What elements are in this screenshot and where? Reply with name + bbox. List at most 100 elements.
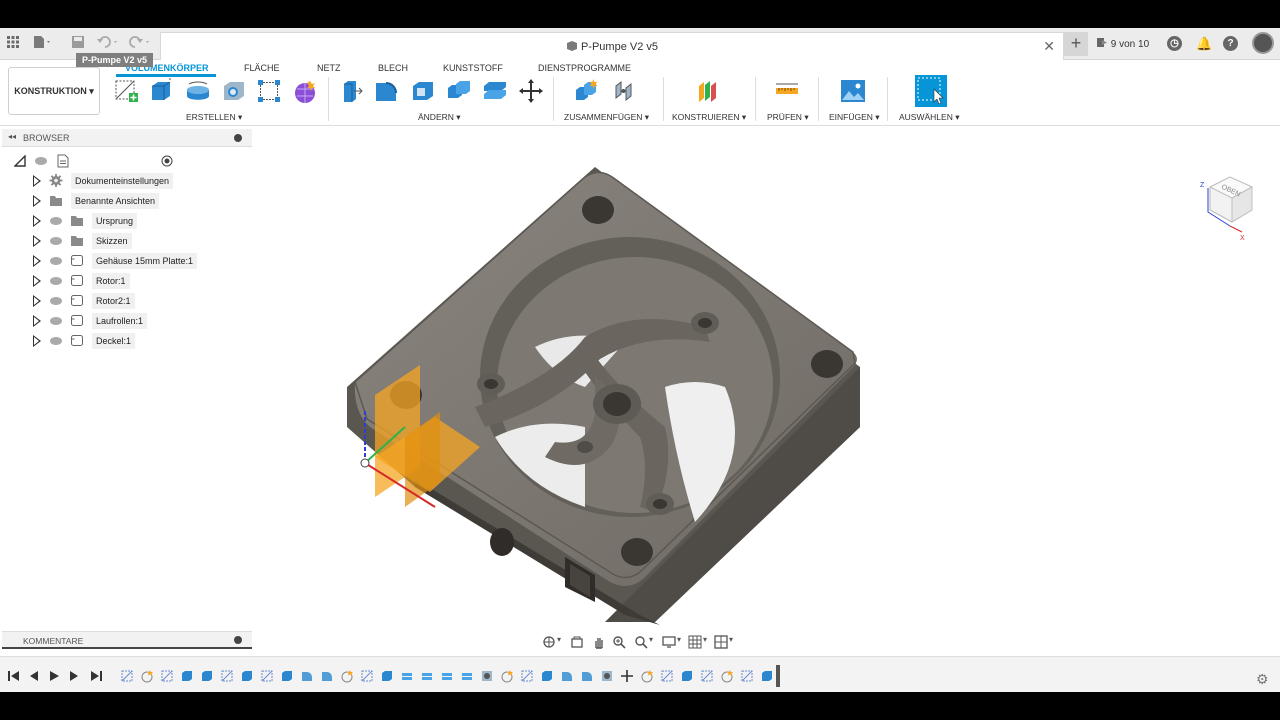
browser-item[interactable]: Benannte Ansichten	[0, 192, 252, 210]
job-status[interactable]: 9 von 10	[1096, 37, 1149, 50]
timeline-feature-extrude-icon[interactable]	[380, 669, 394, 683]
timeline-feature-sketch-icon[interactable]	[120, 669, 134, 683]
browser-item[interactable]: Deckel:1	[0, 332, 252, 350]
view-cube[interactable]: OBEN Z X	[1200, 176, 1254, 242]
hole-icon[interactable]	[221, 78, 247, 104]
document-tab[interactable]: P-Pumpe V2 v5 ✕	[160, 32, 1064, 60]
notifications-icon[interactable]: 🔔	[1196, 36, 1212, 51]
comments-add-icon[interactable]	[234, 636, 242, 644]
visibility-eye-icon[interactable]	[35, 157, 47, 165]
extrude-icon[interactable]	[148, 78, 174, 104]
app-grid-icon[interactable]	[3, 34, 23, 54]
history-icon[interactable]: ◷	[1167, 36, 1182, 51]
new-component-icon[interactable]	[574, 78, 600, 104]
group-auswaehlen[interactable]: AUSWÄHLEN ▾	[899, 112, 959, 123]
timeline-feature-sketch-icon[interactable]	[740, 669, 754, 683]
fillet-icon[interactable]	[373, 78, 399, 104]
timeline-feature-sketch-icon[interactable]	[360, 669, 374, 683]
tab-kunststoff[interactable]: KUNSTSTOFF	[443, 61, 503, 75]
pan-hand-icon[interactable]	[592, 635, 606, 649]
workspace-switcher[interactable]: KONSTRUKTION ▾	[8, 67, 100, 115]
panel-pin-icon[interactable]	[234, 134, 242, 142]
browser-item[interactable]: Rotor2:1	[0, 292, 252, 310]
timeline-feature-sketch-icon[interactable]	[700, 669, 714, 683]
timeline-feature-fillet-icon[interactable]	[580, 669, 594, 683]
file-menu-icon[interactable]	[32, 34, 52, 54]
timeline-feature-split-icon[interactable]	[460, 669, 474, 683]
collapse-panel-icon[interactable]: ◂◂	[8, 132, 16, 141]
insert-image-icon[interactable]	[840, 78, 866, 104]
visibility-eye-icon[interactable]	[50, 257, 62, 265]
timeline-feature-split-icon[interactable]	[440, 669, 454, 683]
browser-item[interactable]: Rotor:1	[0, 272, 252, 290]
visibility-eye-icon[interactable]	[50, 297, 62, 305]
tab-netz[interactable]: NETZ	[317, 61, 341, 75]
timeline-feature-sketch-icon[interactable]	[660, 669, 674, 683]
group-konstruieren[interactable]: KONSTRUIEREN ▾	[672, 112, 746, 123]
browser-item[interactable]: Dokumenteinstellungen	[0, 172, 252, 190]
user-avatar[interactable]	[1252, 32, 1274, 54]
create-sketch-icon[interactable]	[113, 78, 139, 104]
offset-plane-icon[interactable]	[695, 78, 721, 104]
timeline-feature-create-icon[interactable]	[140, 669, 154, 683]
comments-panel-header[interactable]: KOMMENTARE	[2, 631, 252, 649]
visibility-eye-icon[interactable]	[50, 217, 62, 225]
revolve-icon[interactable]	[185, 78, 211, 104]
create-form-icon[interactable]	[292, 78, 318, 104]
fit-view-icon[interactable]	[634, 635, 648, 649]
split-body-icon[interactable]	[482, 78, 508, 104]
combine-icon[interactable]	[446, 78, 472, 104]
shell-icon[interactable]	[410, 78, 436, 104]
tab-blech[interactable]: BLECH	[378, 61, 408, 75]
timeline-feature-fillet-icon[interactable]	[300, 669, 314, 683]
timeline-feature-sketch-icon[interactable]	[520, 669, 534, 683]
visibility-eye-icon[interactable]	[50, 317, 62, 325]
joint-icon[interactable]	[612, 78, 638, 104]
look-at-icon[interactable]	[570, 635, 584, 649]
browser-item[interactable]: Skizzen	[0, 232, 252, 250]
display-settings-icon[interactable]	[662, 635, 676, 649]
group-erstellen[interactable]: ERSTELLEN ▾	[186, 112, 242, 123]
browser-root-label[interactable]: P-Pumpe V2 v5	[76, 53, 154, 67]
timeline-feature-move-icon[interactable]	[620, 669, 634, 683]
timeline-feature-hole-icon[interactable]	[600, 669, 614, 683]
zoom-icon[interactable]	[612, 635, 626, 649]
timeline-feature-extrude-icon[interactable]	[280, 669, 294, 683]
visibility-eye-icon[interactable]	[50, 277, 62, 285]
help-icon[interactable]: ?	[1223, 36, 1238, 51]
visibility-eye-icon[interactable]	[50, 237, 62, 245]
timeline-next-icon[interactable]	[68, 670, 80, 682]
timeline-feature-create-icon[interactable]	[500, 669, 514, 683]
browser-item[interactable]: Gehäuse 15mm Platte:1	[0, 252, 252, 270]
press-pull-icon[interactable]	[338, 78, 364, 104]
tab-dienstprogramme[interactable]: DIENSTPROGRAMME	[538, 61, 631, 75]
active-radio-icon[interactable]	[161, 155, 173, 167]
move-icon[interactable]	[518, 78, 544, 104]
timeline-prev-icon[interactable]	[28, 670, 40, 682]
timeline-end-icon[interactable]	[90, 670, 102, 682]
timeline-feature-create-icon[interactable]	[640, 669, 654, 683]
timeline-start-icon[interactable]	[8, 670, 20, 682]
timeline-feature-fillet-icon[interactable]	[560, 669, 574, 683]
close-tab-icon[interactable]: ✕	[1043, 38, 1055, 55]
timeline-feature-create-icon[interactable]	[720, 669, 734, 683]
timeline-feature-sketch-icon[interactable]	[260, 669, 274, 683]
3d-viewport[interactable]: OBEN Z X	[255, 127, 1280, 652]
browser-item[interactable]: Laufrollen:1	[0, 312, 252, 330]
grid-settings-icon[interactable]	[688, 635, 702, 649]
browser-root-item[interactable]	[0, 152, 252, 170]
undo-icon[interactable]	[96, 34, 117, 54]
new-tab-button[interactable]: +	[1064, 32, 1088, 56]
timeline-feature-sketch-icon[interactable]	[220, 669, 234, 683]
timeline-feature-hole-icon[interactable]	[480, 669, 494, 683]
redo-icon[interactable]	[128, 34, 149, 54]
timeline-settings-icon[interactable]: ⚙	[1256, 671, 1269, 688]
pattern-icon[interactable]	[256, 78, 282, 104]
select-icon[interactable]	[915, 75, 947, 107]
timeline-feature-extrude-icon[interactable]	[760, 669, 774, 683]
group-aendern[interactable]: ÄNDERN ▾	[418, 112, 461, 123]
orbit-icon[interactable]	[542, 635, 556, 649]
group-einfuegen[interactable]: EINFÜGEN ▾	[829, 112, 880, 123]
viewports-icon[interactable]	[714, 635, 728, 649]
timeline-feature-split-icon[interactable]	[400, 669, 414, 683]
